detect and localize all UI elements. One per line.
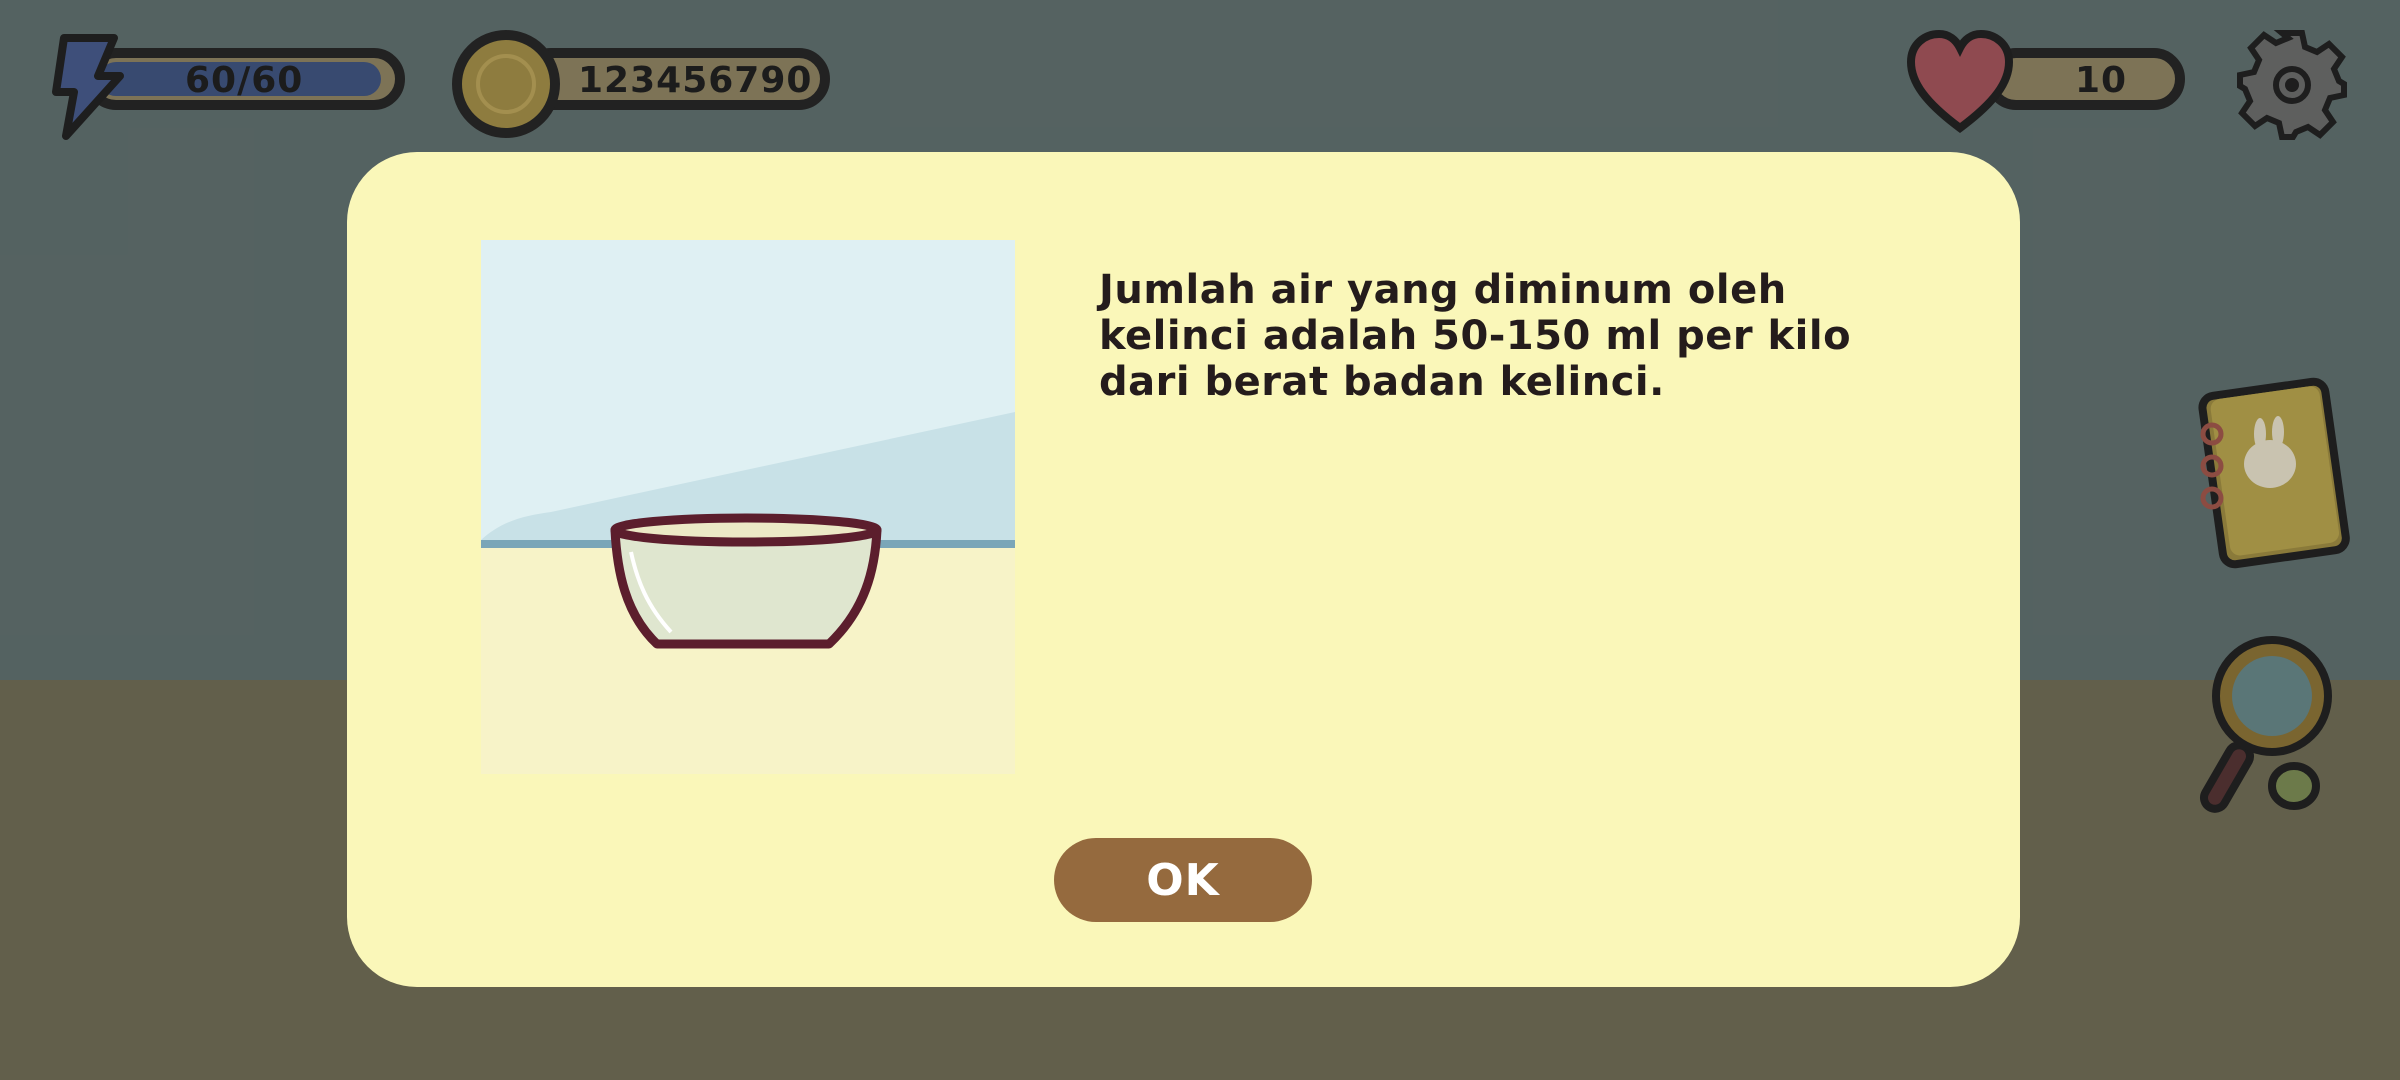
coin-value: 123456790 xyxy=(578,60,813,101)
heart-bar: 10 xyxy=(1985,48,2185,110)
water-bowl-illustration xyxy=(481,240,1015,774)
heart-value: 10 xyxy=(2075,60,2128,101)
rabbit-coin-icon xyxy=(452,30,560,138)
lightning-icon xyxy=(52,34,124,140)
coin-bar: 123456790 xyxy=(520,48,830,110)
energy-value: 60/60 xyxy=(185,60,304,101)
magnifier-icon[interactable] xyxy=(2196,630,2346,820)
fact-text: Jumlah air yang diminum oleh kelinci ada… xyxy=(1099,267,1852,405)
notebook-icon[interactable] xyxy=(2190,372,2350,572)
bowl-icon xyxy=(481,240,1015,774)
fact-dialog: Jumlah air yang diminum oleh kelinci ada… xyxy=(347,152,2020,987)
heart-icon xyxy=(1906,30,2014,133)
gear-icon[interactable] xyxy=(2235,28,2349,142)
energy-bar: 60/60 xyxy=(85,48,405,110)
ok-button[interactable]: OK xyxy=(1054,838,1312,922)
